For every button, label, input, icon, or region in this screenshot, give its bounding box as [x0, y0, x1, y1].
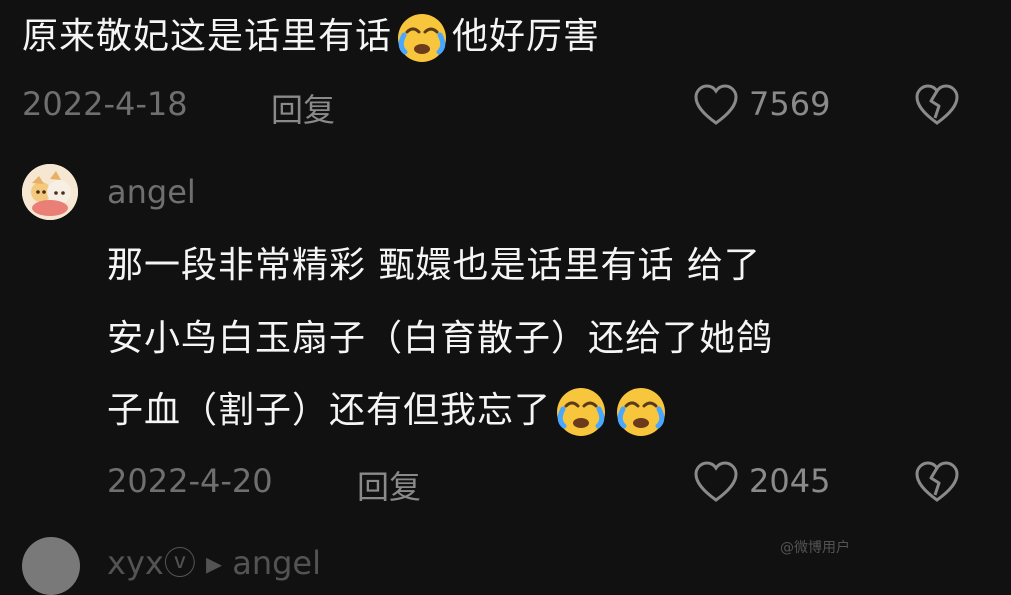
- user-avatar[interactable]: [22, 164, 78, 220]
- reply-1-like-button[interactable]: [692, 460, 740, 504]
- next-user-avatar[interactable]: [22, 537, 80, 595]
- reply-1-line-2: 安小鸟白玉扇子（白育散子）还给了她鸽: [107, 318, 774, 359]
- reply-1-line-3-text: 子血（割子）还有但我忘了: [107, 390, 552, 431]
- heart-outline-icon: [694, 461, 738, 502]
- broken-heart-icon: [915, 461, 959, 502]
- reply-1-like-count: 2045: [749, 462, 831, 500]
- reply-1-line-1: 那一段非常精彩 甄嬛也是话里有话 给了: [107, 245, 761, 286]
- reply-1-line-3: 子血（割子）还有但我忘了: [107, 384, 671, 440]
- cartoon-avatar-icon: [22, 164, 78, 220]
- comment-1-like-count: 7569: [749, 85, 831, 123]
- next-item-label[interactable]: xyxⓥ ▸ angel: [107, 538, 321, 584]
- comment-1-date: 2022-4-18: [22, 85, 188, 123]
- crying-laughing-emoji-icon: [613, 384, 669, 440]
- comment-1-text-part-1: 原来敬妃这是话里有话: [22, 16, 393, 57]
- watermark-text: @微博用户: [780, 540, 850, 556]
- crying-laughing-emoji-icon: [394, 10, 450, 66]
- crying-laughing-emoji-icon: [553, 384, 609, 440]
- comment-1-text-part-2: 他好厉害: [452, 16, 601, 57]
- reply-1-dislike-button[interactable]: [913, 460, 961, 504]
- reply-1-reply-button[interactable]: 回复: [357, 462, 421, 508]
- comment-1-like-button[interactable]: [692, 83, 740, 127]
- comment-1-dislike-button[interactable]: [913, 83, 961, 127]
- reply-1-username[interactable]: angel: [107, 173, 196, 211]
- comment-text-1: 原来敬妃这是话里有话 他好厉害: [22, 10, 600, 66]
- broken-heart-icon: [915, 84, 959, 125]
- heart-outline-icon: [694, 84, 738, 125]
- comment-1-reply-button[interactable]: 回复: [271, 85, 335, 131]
- reply-1-date: 2022-4-20: [107, 462, 273, 500]
